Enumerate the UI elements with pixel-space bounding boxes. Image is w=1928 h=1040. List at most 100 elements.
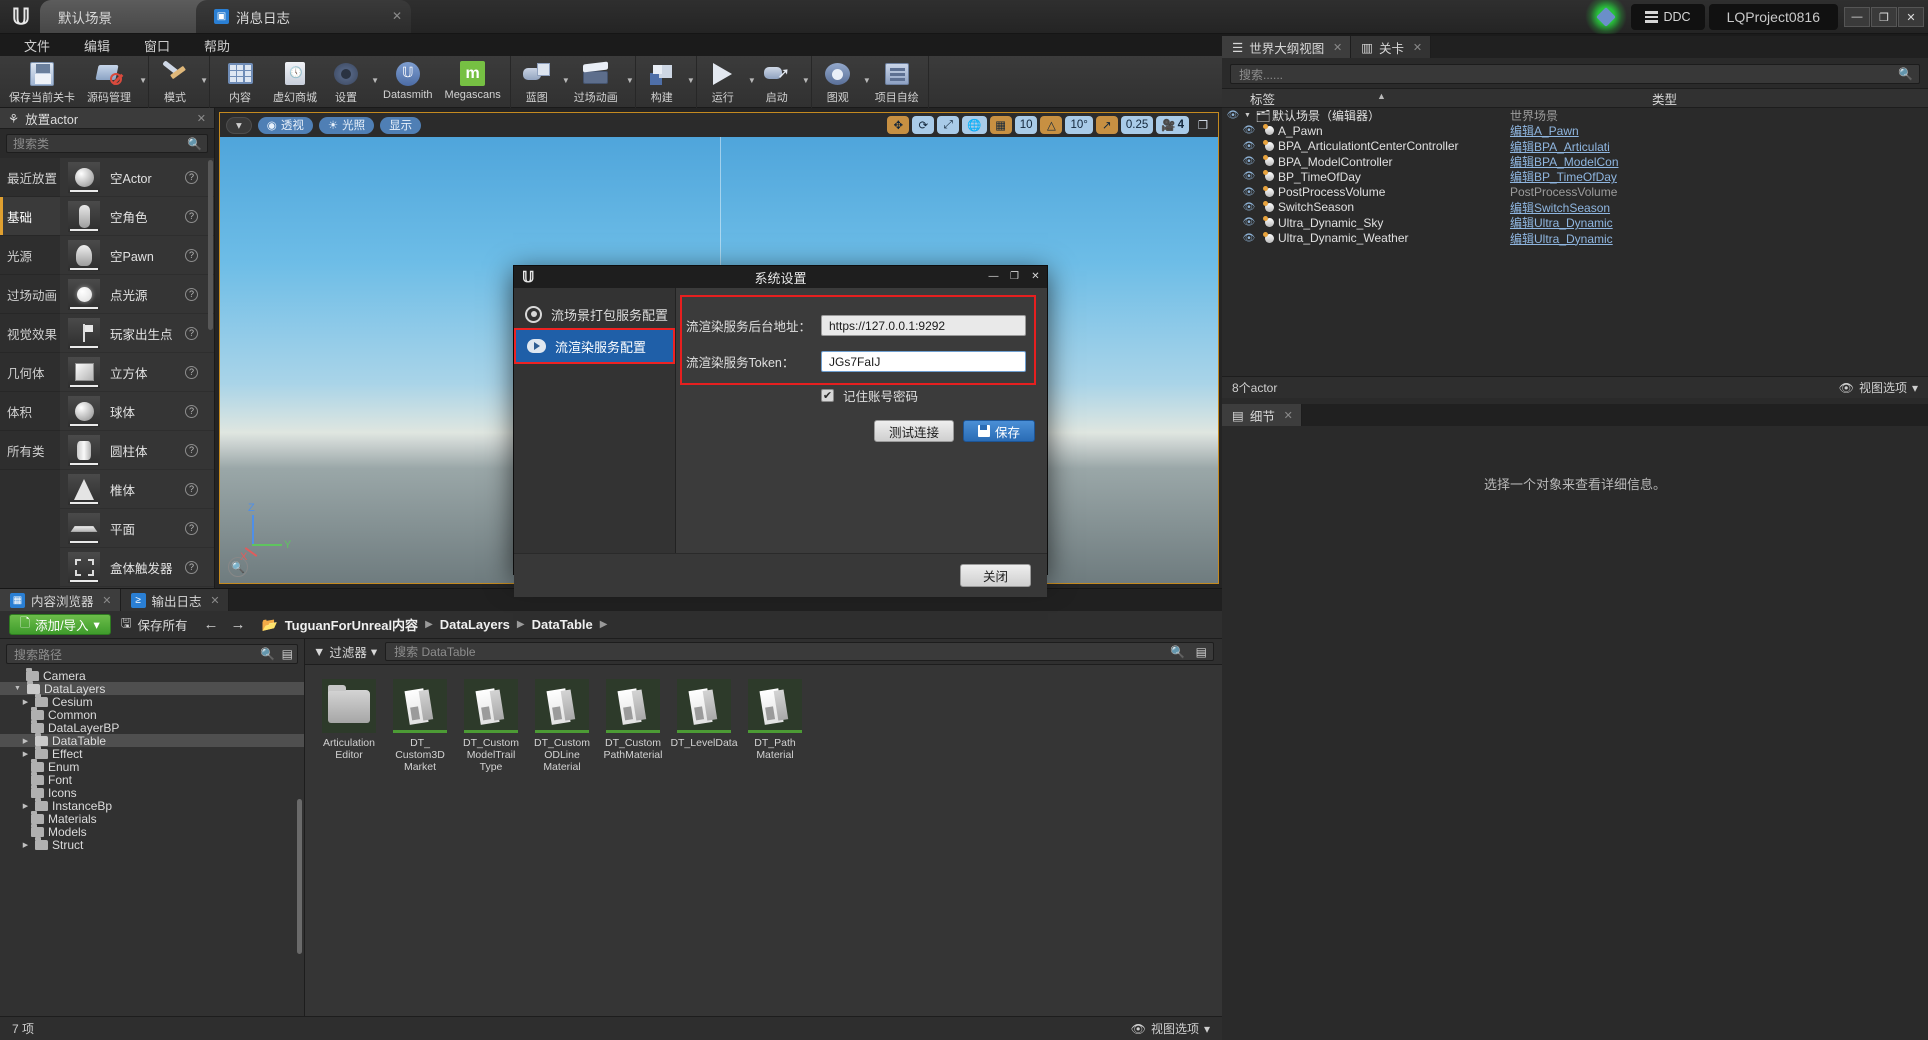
back-icon[interactable]: ← — [204, 616, 219, 633]
visibility-icon[interactable]: 👁 — [1238, 156, 1260, 167]
chevron-down-icon[interactable]: ▼ — [626, 76, 634, 85]
scale-icon[interactable]: ⤢ — [937, 116, 960, 134]
tree-item-datalayers[interactable]: ▼ DataLayers — [0, 681, 304, 696]
menu-window[interactable]: 窗口 — [130, 34, 184, 57]
list-item[interactable]: 空Pawn? — [60, 236, 214, 275]
tree-item-camera[interactable]: Camera — [0, 668, 304, 683]
tree-item-font[interactable]: Font — [0, 772, 304, 787]
category-cinematic[interactable]: 过场动画 — [0, 275, 60, 314]
grid-snap-toggle[interactable]: ▦ — [989, 116, 1012, 134]
list-item[interactable]: 平面? — [60, 509, 214, 548]
tree-item-instancebp[interactable]: ▶ InstanceBp — [0, 798, 304, 813]
viewport-lit-button[interactable]: ☀ 光照 — [318, 116, 375, 134]
toolbar-source-control[interactable]: 源码管理 ▼ — [81, 56, 147, 108]
visibility-icon[interactable]: 👁 — [1238, 125, 1260, 136]
asset-search-input[interactable]: 搜索 DataTable 🔍 ▤ — [385, 642, 1214, 661]
toolbar-launch[interactable]: ➚ 启动 ▼ — [754, 56, 810, 108]
maximize-button[interactable]: ❐ — [1871, 7, 1897, 27]
info-icon[interactable]: ? — [185, 560, 198, 574]
close-icon[interactable]: ✕ — [1413, 41, 1422, 54]
list-item[interactable]: 点光源? — [60, 275, 214, 314]
table-row[interactable]: 👁 ▼ 🗂 默认场景（编辑器） 世界场景 — [1222, 108, 1928, 124]
toolbar-save-level[interactable]: 保存当前关卡 — [3, 56, 81, 108]
list-item[interactable]: 盒体触发器? — [60, 548, 214, 587]
close-dialog-button[interactable]: 关闭 — [959, 564, 1031, 587]
tree-item-materials[interactable]: Materials — [0, 811, 304, 826]
visibility-icon[interactable]: 👁 — [1238, 233, 1260, 244]
close-icon[interactable]: ✕ — [197, 112, 206, 125]
info-icon[interactable]: ? — [185, 521, 198, 535]
expand-triangle-icon[interactable]: ▶ — [20, 750, 31, 758]
close-button[interactable]: ✕ — [1898, 7, 1924, 27]
toolbar-project-draw[interactable]: 项目自绘 — [869, 56, 925, 108]
view-options-button[interactable]: 👁 视图选项 ▾ — [1131, 1020, 1210, 1037]
minimize-button[interactable]: — — [986, 269, 1001, 284]
category-basic[interactable]: 基础 — [0, 197, 60, 236]
camera-speed-value[interactable]: 🎥 4 — [1156, 116, 1189, 134]
ddc-status[interactable]: DDC — [1630, 4, 1705, 30]
scrollbar[interactable] — [208, 160, 213, 330]
system-settings-dialog[interactable]: 𝕌 系统设置 — ❐ ✕ 流场景打包服务配置 流渲染服务配置 流渲染服务后台地址… — [513, 265, 1048, 597]
info-icon[interactable]: ? — [185, 443, 198, 457]
toolbar-megascans[interactable]: m Megascans — [439, 56, 507, 108]
chevron-down-icon[interactable]: ▼ — [139, 76, 147, 85]
viewport-perspective-button[interactable]: ◉ 透视 — [257, 116, 313, 134]
info-icon[interactable]: ? — [185, 248, 198, 262]
expand-triangle-icon[interactable]: ▶ — [20, 802, 31, 810]
remember-credentials-checkbox[interactable]: ✔ — [821, 389, 834, 402]
viewport-options-button[interactable]: ▾ — [226, 116, 252, 134]
toolbar-marketplace[interactable]: 虚幻商城 — [267, 56, 323, 108]
info-icon[interactable]: ? — [185, 404, 198, 418]
column-type[interactable]: 类型 — [1652, 89, 1677, 108]
table-row[interactable]: 👁 BPA_ArticulationtCenterController 编辑BP… — [1222, 139, 1928, 154]
info-icon[interactable]: ? — [185, 209, 198, 223]
info-icon[interactable]: ? — [185, 170, 198, 184]
list-item[interactable]: 立方体? — [60, 353, 214, 392]
tab-details[interactable]: ▤ 细节 ✕ — [1222, 404, 1302, 426]
visibility-icon[interactable]: 👁 — [1222, 110, 1244, 121]
nav-stream-render-config[interactable]: 流渲染服务配置 — [514, 328, 675, 364]
table-row[interactable]: 👁 BP_TimeOfDay 编辑BP_TimeOfDay — [1222, 169, 1928, 185]
save-all-button[interactable]: 🖫 保存所有 — [121, 614, 188, 635]
breadcrumb-item[interactable]: DataLayers — [440, 617, 510, 632]
chevron-down-icon[interactable]: ▼ — [687, 76, 695, 85]
table-row[interactable]: 👁 A_Pawn 编辑A_Pawn — [1222, 123, 1928, 139]
toolbar-build[interactable]: 构建 ▼ — [639, 56, 695, 108]
info-icon[interactable]: ? — [185, 287, 198, 301]
list-item[interactable]: 球体? — [60, 392, 214, 431]
filter-button[interactable]: ▼ 过滤器 ▾ — [313, 642, 377, 661]
list-item[interactable]: 圆柱体? — [60, 431, 214, 470]
close-icon[interactable]: ✕ — [102, 594, 111, 607]
visibility-icon[interactable]: 👁 — [1238, 171, 1260, 182]
expand-triangle-icon[interactable]: ▶ — [20, 698, 31, 706]
table-row[interactable]: 👁 Ultra_Dynamic_Weather 编辑Ultra_Dynamic — [1222, 230, 1928, 246]
info-icon[interactable]: ? — [185, 482, 198, 496]
tree-item-struct[interactable]: ▶ Struct — [0, 837, 304, 852]
nav-scene-package-config[interactable]: 流场景打包服务配置 — [514, 298, 675, 330]
tree-item-effect[interactable]: ▶ Effect — [0, 746, 304, 761]
close-icon[interactable]: ✕ — [1333, 41, 1342, 54]
visibility-icon[interactable]: 👁 — [1238, 141, 1260, 152]
category-all-classes[interactable]: 所有类 — [0, 431, 60, 470]
table-row[interactable]: 👁 PostProcessVolume PostProcessVolume — [1222, 184, 1928, 199]
table-row[interactable]: 👁 BPA_ModelController 编辑BPA_ModelCon — [1222, 154, 1928, 170]
viewport-search-icon[interactable]: 🔍 — [228, 557, 248, 577]
tab-content-browser[interactable]: ▦ 内容浏览器 ✕ — [0, 589, 121, 611]
toolbar-datasmith[interactable]: 𝕌 Datasmith — [377, 56, 439, 108]
list-item[interactable]: 椎体? — [60, 470, 214, 509]
save-button[interactable]: 保存 — [962, 420, 1035, 442]
category-recent[interactable]: 最近放置 — [0, 158, 60, 197]
asset-item[interactable]: DT_Custom ODLine Material — [532, 679, 592, 773]
backend-address-input[interactable]: https://127.0.0.1:9292 — [821, 315, 1026, 336]
world-space-icon[interactable]: 🌐 — [962, 116, 987, 134]
tab-output-log[interactable]: ≥ 输出日志 ✕ — [120, 589, 229, 611]
table-row[interactable]: 👁 SwitchSeason 编辑SwitchSeason — [1222, 200, 1928, 215]
info-icon[interactable]: ? — [185, 326, 198, 340]
chevron-down-icon[interactable]: ▼ — [802, 76, 810, 85]
path-search-input[interactable]: 搜索路径 🔍 ▤ — [6, 644, 298, 664]
rotate-icon[interactable]: ⟳ — [912, 116, 935, 134]
category-visual-effects[interactable]: 视觉效果 — [0, 314, 60, 353]
tree-item-datatable[interactable]: ▶ DataTable — [0, 733, 304, 748]
toolbar-settings[interactable]: 设置 ▼ — [323, 56, 379, 108]
toolbar-play[interactable]: 运行 ▼ — [700, 56, 756, 108]
